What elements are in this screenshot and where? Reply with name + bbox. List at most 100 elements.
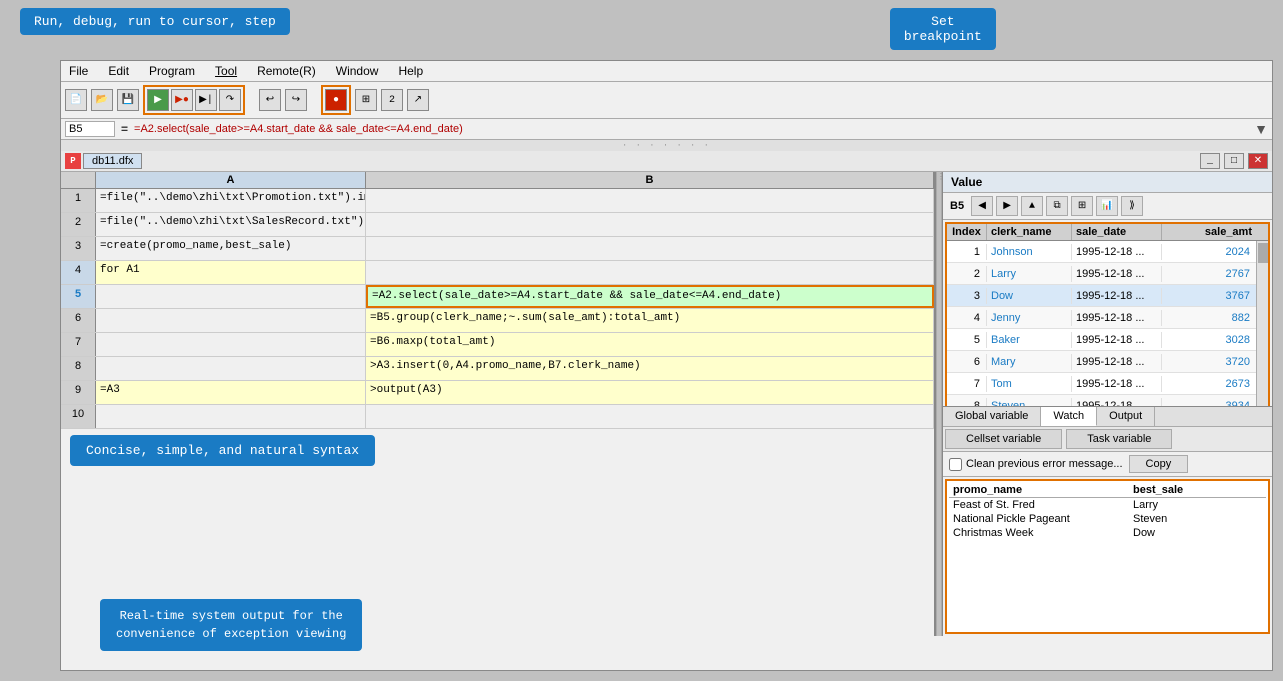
run-button[interactable]: ▶ [147,89,169,111]
value-panel-toolbar: B5 ◀ ▶ ▲ ⧉ ⊞ 📊 ⟫ [943,193,1272,220]
vp-forward-button[interactable]: ▶ [996,196,1018,216]
table-row: 3 =create(promo_name,best_sale) [61,237,934,261]
table-row: 1 =file("..\demo\zhi\txt\Promotion.txt")… [61,189,934,213]
breakpoint-button[interactable]: ● [325,89,347,111]
cell-8b[interactable]: >A3.insert(0,A4.promo_name,B7.clerk_name… [366,357,934,380]
column-headers: A B [61,172,934,189]
table-row: 4 Jenny 1995-12-18 ... 882 [947,307,1256,329]
vp-chart-button[interactable]: 📊 [1096,196,1118,216]
cell-1b[interactable] [366,189,934,212]
grid-button[interactable]: ⊞ [355,89,377,111]
cell-9a[interactable]: =A3 [96,381,366,404]
breakpoint-annotation: Set breakpoint [890,8,996,50]
vt-scrollbar-top [1256,224,1268,240]
tab-output[interactable]: Output [1097,407,1155,426]
run-debug-annotation: Run, debug, run to cursor, step [20,8,290,35]
row-number: 9 [61,381,96,404]
tab-row: P db11.dfx _ □ ✕ [61,151,1272,172]
restore-button[interactable]: □ [1224,153,1244,169]
tab-controls: _ □ ✕ [1200,153,1268,169]
cell-8a[interactable] [96,357,366,380]
undo-button[interactable]: ↩ [259,89,281,111]
table-row: 8 >A3.insert(0,A4.promo_name,B7.clerk_na… [61,357,934,381]
table-row: 5 =A2.select(sale_date>=A4.start_date &&… [61,285,934,309]
vp-more-button[interactable]: ⟫ [1121,196,1143,216]
vp-back-button[interactable]: ◀ [971,196,993,216]
new-button[interactable]: 📄 [65,89,87,111]
cell-9b[interactable]: >output(A3) [366,381,934,404]
cell-10b[interactable] [366,405,934,428]
vp-grid-button[interactable]: ⊞ [1071,196,1093,216]
cell-3a[interactable]: =create(promo_name,best_sale) [96,237,366,260]
cell-6b[interactable]: =B5.group(clerk_name;~.sum(sale_amt):tot… [366,309,934,332]
cell-2b[interactable] [366,213,934,236]
step-button[interactable]: ↷ [219,89,241,111]
cell-4a[interactable]: for A1 [96,261,366,284]
table-row: 6 Mary 1995-12-18 ... 3720 [947,351,1256,373]
open-button[interactable]: 📂 [91,89,113,111]
vt-col-date: sale_date [1072,224,1162,240]
step3-button[interactable]: ↗ [407,89,429,111]
vt-col-index: Index [947,224,987,240]
menu-file[interactable]: File [65,63,92,79]
cell-4b[interactable] [366,261,934,284]
menu-bar: File Edit Program Tool Remote(R) Window … [61,61,1272,82]
tab-global-variable[interactable]: Global variable [943,407,1041,426]
clean-error-label[interactable]: Clean previous error message... [949,458,1123,471]
menu-tool[interactable]: Tool [211,63,241,79]
clean-error-checkbox[interactable] [949,458,962,471]
table-row: 7 Tom 1995-12-18 ... 2673 [947,373,1256,395]
vp-up-button[interactable]: ▲ [1021,196,1043,216]
cell-5b[interactable]: =A2.select(sale_date>=A4.start_date && s… [366,285,934,308]
table-row: 7 =B6.maxp(total_amt) [61,333,934,357]
run-cursor-button[interactable]: ▶| [195,89,217,111]
step2-button[interactable]: 2 [381,89,403,111]
menu-help[interactable]: Help [394,63,427,79]
scrollbar-thumb [1258,243,1268,263]
table-row: 2 =file("..\demo\zhi\txt\SalesRecord.txt… [61,213,934,237]
cell-3b[interactable] [366,237,934,260]
menu-edit[interactable]: Edit [104,63,133,79]
run-debug-group: ▶ ▶● ▶| ↷ [143,85,245,115]
cell-10a[interactable] [96,405,366,428]
row-number: 7 [61,333,96,356]
copy-button[interactable]: Copy [1129,455,1189,473]
redo-button[interactable]: ↪ [285,89,307,111]
cell-7a[interactable] [96,333,366,356]
minimize-button[interactable]: _ [1200,153,1220,169]
cell-7b[interactable]: =B6.maxp(total_amt) [366,333,934,356]
debug-button[interactable]: ▶● [171,89,193,111]
close-button[interactable]: ✕ [1248,153,1268,169]
bottom-panel: Global variable Watch Output Cellset var… [943,406,1272,636]
vt-header-row: Index clerk_name sale_date sale_amt [947,224,1268,241]
menu-program[interactable]: Program [145,63,199,79]
bottom-tabs: Global variable Watch Output [943,407,1272,427]
file-tab[interactable]: db11.dfx [83,153,142,169]
cell-1a[interactable]: =file("..\demo\zhi\txt\Promotion.txt").i… [96,189,366,212]
menu-remote[interactable]: Remote(R) [253,63,320,79]
list-item: National Pickle Pageant Steven [949,512,1266,526]
cell-5a[interactable] [96,285,366,308]
tab-watch[interactable]: Watch [1041,407,1097,426]
save-button[interactable]: 💾 [117,89,139,111]
table-row: 3 Dow 1995-12-18 ... 3767 [947,285,1256,307]
spreadsheet: A B 1 =file("..\demo\zhi\txt\Promotion.t… [61,172,936,636]
subtab-task[interactable]: Task variable [1066,429,1172,449]
row-number: 2 [61,213,96,236]
content-area: A B 1 =file("..\demo\zhi\txt\Promotion.t… [61,172,1272,636]
menu-window[interactable]: Window [332,63,383,79]
toolbar: 📄 📂 💾 ▶ ▶● ▶| ↷ ↩ ↪ ● ⊞ 2 ↗ [61,82,1272,119]
table-row: 9 =A3 >output(A3) [61,381,934,405]
grid-body: 1 =file("..\demo\zhi\txt\Promotion.txt")… [61,189,934,429]
cell-6a[interactable] [96,309,366,332]
cell-reference-input[interactable] [65,121,115,137]
row-number: 8 [61,357,96,380]
col-header-a: A [96,172,366,188]
vp-copy-button[interactable]: ⧉ [1046,196,1068,216]
table-row: 4 for A1 [61,261,934,285]
cell-2a[interactable]: =file("..\demo\zhi\txt\SalesRecord.txt")… [96,213,366,236]
table-row: 10 [61,405,934,429]
subtab-cellset[interactable]: Cellset variable [945,429,1062,449]
vt-col-clerk: clerk_name [987,224,1072,240]
output-annotation: Real-time system output for the convenie… [100,599,362,651]
